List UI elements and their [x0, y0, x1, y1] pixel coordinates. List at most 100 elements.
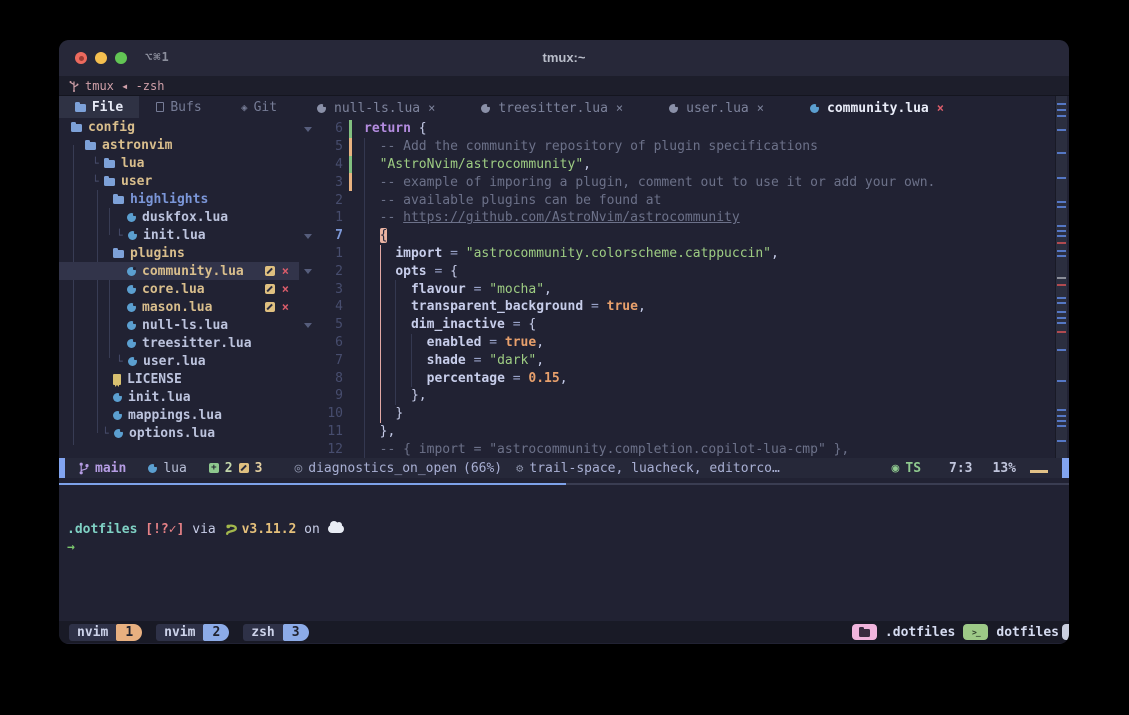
lsp-clients-segment[interactable]: ⚙ trail-space, luacheck, editorco… [516, 461, 780, 476]
code-line[interactable]: 5 dim_inactive = { [299, 316, 1053, 334]
close-icon[interactable]: × [282, 265, 289, 277]
tree-item-init.lua[interactable]: init.lua [59, 388, 299, 406]
indent-guide [364, 262, 365, 280]
tree-item-lua[interactable]: └lua [59, 154, 299, 172]
tmux-window-index: 1 [116, 624, 142, 641]
tmux-window-2[interactable]: nvim2 [156, 624, 229, 641]
tree-item-config[interactable]: config [59, 118, 299, 136]
buffer-tab-user.lua[interactable]: user.lua× [669, 101, 764, 116]
tree-item-user.lua[interactable]: └user.lua [59, 352, 299, 370]
scrollbar-mark [1057, 311, 1066, 313]
code-line[interactable]: 5 -- Add the community repository of plu… [299, 138, 1053, 156]
line-number: 5 [315, 139, 343, 154]
tree-item-community.lua[interactable]: community.lua× [59, 262, 299, 280]
tree-item-user[interactable]: └user [59, 172, 299, 190]
code-line[interactable]: 7 shade = "dark", [299, 351, 1053, 369]
tree-item-mason.lua[interactable]: mason.lua× [59, 298, 299, 316]
buffer-tab-treesitter.lua[interactable]: treesitter.lua× [481, 101, 623, 116]
code-text: import = "astrocommunity.colorscheme.cat… [352, 245, 1053, 263]
lua-file-icon [127, 213, 136, 222]
code-area[interactable]: 6return {5 -- Add the community reposito… [299, 120, 1053, 458]
ruler-underline [1030, 470, 1048, 473]
tree-item-highlights[interactable]: highlights [59, 190, 299, 208]
explorer-tab-git[interactable]: ◈Git [219, 96, 299, 118]
explorer-source-tabs: FileBufs◈Git [59, 96, 299, 118]
code-line[interactable]: 12 -- { import = "astrocommunity.complet… [299, 440, 1053, 458]
tree-connector: └ [92, 157, 100, 170]
code-line[interactable]: 8 percentage = 0.15, [299, 369, 1053, 387]
close-icon[interactable]: × [616, 101, 623, 115]
pink-pill [852, 624, 877, 640]
scrollbar-mark [1057, 109, 1066, 111]
explorer-tab-bufs[interactable]: Bufs [139, 96, 219, 118]
scrollbar-mark [1057, 129, 1066, 131]
scrollbar-mark [1057, 255, 1066, 257]
explorer-tab-file[interactable]: File [59, 96, 139, 118]
code-line[interactable]: 6return { [299, 120, 1053, 138]
line-number: 5 [315, 317, 343, 332]
tree-item-astronvim[interactable]: astronvim [59, 136, 299, 154]
explorer-tab-label: Git [254, 100, 277, 115]
terminal-tab-bar: tmux ◂ -zsh [59, 76, 1069, 96]
code-line[interactable]: 4 transparent_background = true, [299, 298, 1053, 316]
scope-guide [380, 298, 381, 316]
close-icon[interactable]: × [937, 101, 944, 115]
scope-guide [380, 280, 381, 298]
indent-guide [364, 298, 365, 316]
tmux-window-3[interactable]: zsh3 [243, 624, 308, 641]
buffer-tab-community.lua[interactable]: community.lua× [810, 101, 944, 116]
code-line[interactable]: 2 opts = { [299, 262, 1053, 280]
close-icon[interactable]: × [282, 283, 289, 295]
code-line[interactable]: 9 }, [299, 387, 1053, 405]
tree-item-label: user [121, 174, 152, 189]
code-line[interactable]: 4 "AstroNvim/astrocommunity", [299, 156, 1053, 174]
code-line[interactable]: 3 flavour = "mocha", [299, 280, 1053, 298]
tree-item-duskfox.lua[interactable]: duskfox.lua [59, 208, 299, 226]
scope-guide [380, 369, 381, 387]
git-branch-segment[interactable]: main [79, 461, 126, 476]
tree-item-options.lua[interactable]: └options.lua [59, 424, 299, 442]
tree-item-plugins[interactable]: plugins [59, 244, 299, 262]
prompt-arrow: → [67, 540, 75, 555]
code-line[interactable]: 2 -- available plugins can be found at [299, 191, 1053, 209]
tree-item-label: user.lua [143, 354, 206, 369]
tree-item-mappings.lua[interactable]: mappings.lua [59, 406, 299, 424]
code-line[interactable]: 7 { [299, 227, 1053, 245]
scrollbar-mark [1057, 302, 1066, 304]
terminal-tab-label[interactable]: tmux ◂ -zsh [85, 79, 164, 93]
tree-item-core.lua[interactable]: core.lua× [59, 280, 299, 298]
scrollbar[interactable] [1055, 96, 1067, 458]
code-line[interactable]: 11 }, [299, 423, 1053, 441]
treesitter-segment[interactable]: ◉ TS [892, 461, 921, 476]
close-icon[interactable]: × [428, 101, 435, 115]
scrollbar-mark [1057, 420, 1066, 422]
scope-guide [380, 387, 381, 405]
code-line[interactable]: 10 } [299, 405, 1053, 423]
tree-item-treesitter.lua[interactable]: treesitter.lua [59, 334, 299, 352]
close-icon[interactable]: × [282, 301, 289, 313]
code-line[interactable]: 1 import = "astrocommunity.colorscheme.c… [299, 245, 1053, 263]
close-icon[interactable]: × [757, 101, 764, 115]
indent-guide [411, 369, 412, 387]
buffer-tab-null-ls.lua[interactable]: null-ls.lua× [317, 101, 435, 116]
scrollbar-mark [1057, 277, 1066, 279]
lua-file-icon [127, 339, 136, 348]
lsp-progress-segment[interactable]: ◎ diagnostics_on_open (66%) [294, 461, 502, 476]
indent-guide [364, 173, 365, 191]
code-line[interactable]: 1 -- https://github.com/AstroNvim/astroc… [299, 209, 1053, 227]
tree-item-LICENSE[interactable]: LICENSE [59, 370, 299, 388]
git-diff-segment[interactable]: + 2 3 [209, 461, 263, 476]
tree-item-init.lua[interactable]: └init.lua [59, 226, 299, 244]
tmux-window-1[interactable]: nvim1 [69, 624, 142, 641]
indent-guide [395, 316, 396, 334]
tree-item-label: duskfox.lua [142, 210, 228, 225]
tree-item-null-ls.lua[interactable]: null-ls.lua [59, 316, 299, 334]
code-line[interactable]: 3 -- example of imporing a plugin, comme… [299, 173, 1053, 191]
shell-pane[interactable]: .dotfiles [!?✓] via v3.11.2 on → [59, 498, 1069, 620]
buffers-icon [156, 102, 164, 112]
indent-guide [364, 316, 365, 334]
tree-connector: └ [102, 427, 110, 440]
tree-item-label: config [88, 120, 135, 135]
lua-file-icon [127, 321, 136, 330]
code-line[interactable]: 6 enabled = true, [299, 334, 1053, 352]
